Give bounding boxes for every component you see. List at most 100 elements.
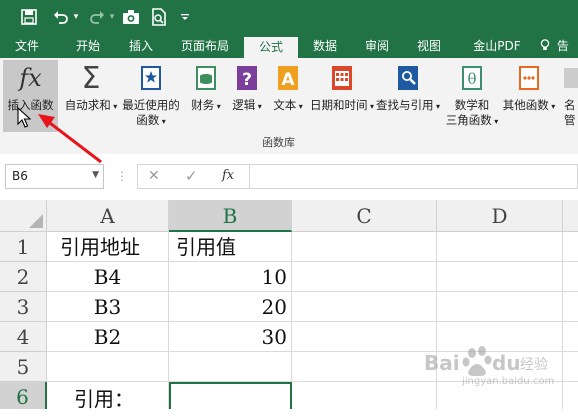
cell-a3[interactable]: B3 (47, 292, 169, 322)
name-manager-button[interactable]: 名 管 (560, 60, 578, 132)
name-box-value: B6 (12, 169, 28, 183)
cell-d3[interactable] (437, 292, 563, 322)
tab-formulas[interactable]: 公式 (244, 37, 298, 58)
row-header-2[interactable]: 2 (0, 262, 47, 292)
cell-b1[interactable]: 引用值 (169, 232, 292, 262)
cell-b5[interactable] (169, 352, 292, 382)
cell-c3[interactable] (292, 292, 437, 322)
cell-c4[interactable] (292, 322, 437, 352)
math-trig-button[interactable]: θ 数学和 三角函数 ▾ (444, 60, 500, 132)
date-time-button[interactable]: 日期和时间 ▾ (309, 60, 375, 132)
tab-view[interactable]: 视图 (406, 34, 452, 58)
magnifier-book-icon (395, 64, 421, 92)
tab-home[interactable]: 开始 (63, 34, 113, 58)
name-manager-label-2: 管 (564, 113, 576, 127)
cell-b3[interactable]: 20 (169, 292, 292, 322)
cell-c6[interactable] (292, 382, 437, 409)
cell-a5[interactable] (47, 352, 169, 382)
cell-a4[interactable]: B2 (47, 322, 169, 352)
question-book-icon: ? (234, 64, 260, 92)
title-bar: ▾ ▾ (0, 0, 578, 34)
svg-text:jingyan.baidu.com: jingyan.baidu.com (461, 376, 554, 387)
chevron-down-icon: ▾ (214, 102, 221, 111)
cancel-icon[interactable]: ✕ (148, 168, 160, 184)
chevron-down-icon: ▾ (491, 117, 499, 126)
camera-icon[interactable] (120, 6, 142, 28)
formula-buttons: ✕ ✓ fx (137, 164, 250, 189)
tab-page-layout[interactable]: 页面布局 (172, 34, 238, 58)
row-header-4[interactable]: 4 (0, 322, 47, 352)
print-preview-icon[interactable] (148, 6, 170, 28)
svg-text:θ: θ (467, 70, 476, 88)
chevron-down-icon: ▾ (433, 102, 441, 111)
row-header-5[interactable]: 5 (0, 352, 47, 382)
cell-b2[interactable]: 10 (169, 262, 292, 292)
logical-button[interactable]: ? 逻辑 ▾ (229, 60, 265, 132)
chevron-down-icon: ▾ (159, 117, 166, 126)
cell-b6-selected[interactable] (169, 382, 292, 409)
tab-insert[interactable]: 插入 (118, 34, 164, 58)
row-header-1[interactable]: 1 (0, 232, 47, 262)
text-functions-button[interactable]: A 文本 ▾ (270, 60, 306, 132)
column-header-c[interactable]: C (292, 200, 437, 232)
formula-input[interactable] (250, 164, 578, 189)
tab-kingsoft-pdf[interactable]: 金山PDF (462, 34, 532, 58)
row-header-6[interactable]: 6 (0, 382, 47, 409)
recently-used-button[interactable]: 最近使用的 函数 ▾ (119, 60, 183, 132)
more-functions-button[interactable]: 其他函数 ▾ (500, 60, 558, 132)
autosum-button[interactable]: Σ 自动求和 ▾ (63, 60, 119, 132)
name-manager-label-1: 名 (564, 98, 576, 112)
cell-c5[interactable] (292, 352, 437, 382)
insert-function-fx-icon[interactable]: fx (222, 168, 234, 183)
function-library-group-label: 函数库 (262, 136, 295, 149)
enter-icon[interactable]: ✓ (185, 167, 198, 185)
financial-button[interactable]: 财务 ▾ (186, 60, 226, 132)
chevron-down-icon[interactable]: ▼ (92, 170, 99, 180)
chevron-down-icon: ▾ (255, 102, 262, 111)
redo-dropdown-icon[interactable]: ▾ (106, 6, 118, 28)
cell-d1[interactable] (437, 232, 563, 262)
cell-c2[interactable] (292, 262, 437, 292)
financial-icon (193, 64, 219, 92)
cell-a1[interactable]: 引用地址 (47, 232, 169, 262)
cell-d2[interactable] (437, 262, 563, 292)
tab-file[interactable]: 文件 (4, 34, 50, 58)
customize-quick-access-icon[interactable] (178, 6, 192, 28)
star-book-icon (138, 64, 164, 92)
recently-used-label-1: 最近使用的 (122, 98, 180, 112)
column-header-a[interactable]: A (47, 200, 169, 232)
text-functions-label: 文本 (273, 98, 297, 112)
lookup-reference-button[interactable]: 查找与引用 ▾ (374, 60, 442, 132)
undo-icon[interactable] (50, 6, 72, 28)
tab-data[interactable]: 数据 (302, 34, 348, 58)
cell-e3[interactable] (563, 292, 578, 322)
cell-b4[interactable]: 30 (169, 322, 292, 352)
calendar-book-icon (329, 64, 355, 92)
svg-text:Bai: Bai (424, 351, 460, 375)
cell-a6[interactable]: 引用： (47, 382, 169, 411)
tab-tell-me[interactable]: 告 (540, 34, 578, 58)
cell-a2[interactable]: B4 (47, 262, 169, 292)
ribbon: fx 插入函数 Σ 自动求和 ▾ 最近使用的 函数 ▾ 财务 ▾ ? 逻辑 ▾ … (0, 58, 578, 155)
column-header-b[interactable]: B (169, 200, 292, 232)
undo-dropdown-icon[interactable]: ▾ (70, 6, 82, 28)
splitter-dots-icon[interactable]: ⋮ (116, 168, 128, 184)
select-all-corner[interactable] (0, 200, 47, 232)
chevron-down-icon: ▾ (110, 102, 118, 111)
lightbulb-icon (540, 35, 550, 50)
ribbon-tabs: 文件 开始 插入 页面布局 公式 数据 审阅 视图 金山PDF 告 (0, 34, 578, 58)
redo-icon[interactable] (86, 6, 108, 28)
column-header-e[interactable] (563, 200, 578, 232)
save-icon[interactable] (18, 6, 40, 28)
cell-e1[interactable] (563, 232, 578, 262)
row-header-3[interactable]: 3 (0, 292, 47, 322)
name-box[interactable]: B6 ▼ (5, 164, 104, 189)
tab-review[interactable]: 审阅 (354, 34, 400, 58)
logical-label: 逻辑 (232, 98, 256, 112)
column-header-d[interactable]: D (437, 200, 563, 232)
cell-c1[interactable] (292, 232, 437, 262)
baidu-watermark: Bai du 经验 jingyan.baidu.com (422, 340, 572, 390)
cell-e2[interactable] (563, 262, 578, 292)
theta-book-icon: θ (459, 64, 485, 92)
autosum-label: 自动求和 (64, 98, 111, 112)
